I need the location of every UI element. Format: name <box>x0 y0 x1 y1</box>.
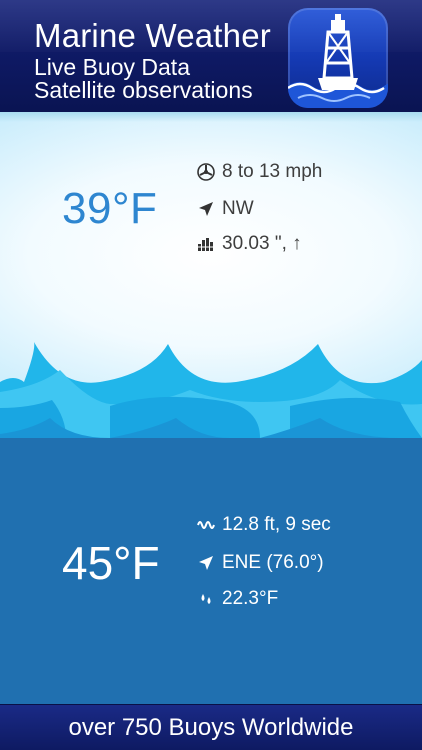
wind-direction-text: NW <box>222 198 254 219</box>
wind-gauge-icon <box>196 162 216 182</box>
droplets-icon <box>196 589 216 609</box>
dew-point-row: 22.3°F <box>196 585 278 613</box>
direction-arrow-icon <box>196 199 216 219</box>
app-title: Marine Weather <box>34 17 271 54</box>
direction-arrow-icon <box>196 553 216 573</box>
header-banner: Marine Weather Live Buoy Data Satellite … <box>0 0 422 112</box>
subtitle-satellite: Satellite observations <box>34 77 253 103</box>
dew-point-text: 22.3°F <box>222 588 279 609</box>
wave-direction-text: ENE (76.0°) <box>222 552 324 573</box>
wave-crests <box>0 342 422 470</box>
wave-height-row: 12.8 ft, 9 sec <box>196 511 331 539</box>
sky-top-band <box>0 112 422 122</box>
pressure-text: 30.03 ", ↑ <box>222 233 302 254</box>
wind-speed-text: 8 to 13 mph <box>222 161 323 182</box>
footer-banner: over 750 Buoys Worldwide <box>0 704 422 750</box>
wave-height-text: 12.8 ft, 9 sec <box>222 514 331 535</box>
water-temperature: 45°F <box>62 537 160 589</box>
wind-direction-row: NW <box>196 195 254 223</box>
wave-direction-row: ENE (76.0°) <box>196 549 324 577</box>
pressure-bars-icon <box>196 234 216 254</box>
footer-text: over 750 Buoys Worldwide <box>68 713 354 741</box>
wind-speed-row: 8 to 13 mph <box>196 158 322 186</box>
air-temperature: 39°F <box>62 184 158 233</box>
wave-icon <box>196 515 216 535</box>
pressure-row: 30.03 ", ↑ <box>196 230 302 258</box>
buoy-icon <box>288 8 388 108</box>
